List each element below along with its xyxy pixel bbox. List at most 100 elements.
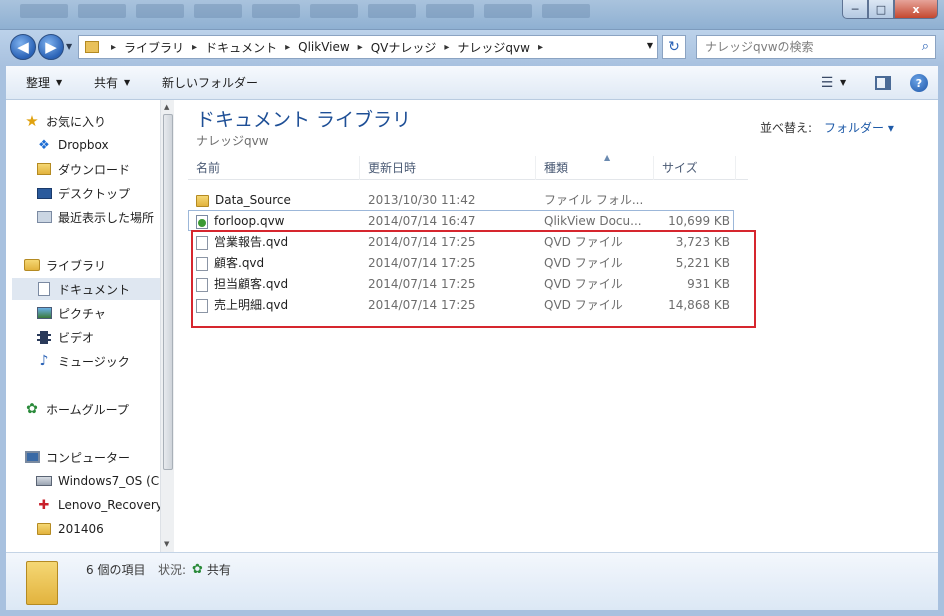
breadcrumb: ▸ ライブラリ ▸ ドキュメント ▸ QlikView ▸ QVナレッジ ▸ ナ… <box>103 39 551 56</box>
pictures-icon <box>36 307 52 319</box>
file-row[interactable]: Data_Source 2013/10/30 11:42 ファイル フォル... <box>188 190 734 211</box>
back-arrow-icon: ◀ <box>17 38 29 56</box>
breadcrumb-knowledge-qvw[interactable]: ナレッジqvw <box>457 39 530 56</box>
breadcrumb-separator-icon[interactable]: ▸ <box>444 42 449 53</box>
nav-recent-places[interactable]: 最近表示した場所 <box>36 206 174 228</box>
scrollbar-thumb[interactable] <box>163 114 173 470</box>
refresh-icon: ↻ <box>668 39 680 55</box>
downloads-folder-icon <box>37 163 51 175</box>
column-type[interactable]: 種類 <box>536 156 654 180</box>
minimize-button[interactable]: ─ <box>842 0 868 19</box>
new-folder-label: 新しいフォルダー <box>162 76 259 90</box>
star-icon: ★ <box>25 112 39 130</box>
file-name: forloop.qvw <box>214 214 285 228</box>
nav-music[interactable]: ♪ ミュージック <box>36 350 174 372</box>
highlight-annotation-box <box>191 230 756 328</box>
share-label: 共有 <box>94 76 119 90</box>
nav-dropbox[interactable]: ❖ Dropbox <box>36 134 174 156</box>
scroll-up-icon[interactable]: ▲ <box>164 103 169 111</box>
file-row[interactable]: forloop.qvw 2014/07/14 16:47 QlikView Do… <box>188 210 734 231</box>
video-icon <box>37 330 51 344</box>
nav-label: お気に入り <box>46 114 107 129</box>
address-history-dropdown[interactable]: ▼ <box>647 41 653 50</box>
command-bar: 整理 ▼ 共有 ▼ 新しいフォルダー ☰ ▼ ? <box>6 66 938 100</box>
nav-downloads[interactable]: ダウンロード <box>36 158 174 180</box>
breadcrumb-documents[interactable]: ドキュメント <box>205 39 277 56</box>
nav-favorites[interactable]: ★ お気に入り <box>24 110 174 132</box>
share-state-value: 共有 <box>206 563 231 577</box>
nav-pictures[interactable]: ピクチャ <box>36 302 174 324</box>
file-size: 10,699 KB <box>668 214 730 228</box>
title-bar: ─ □ x <box>0 0 944 30</box>
help-button[interactable]: ? <box>908 73 930 93</box>
new-folder-button[interactable]: 新しいフォルダー <box>162 74 258 91</box>
shared-users-icon: ✿ <box>192 562 203 577</box>
breadcrumb-qv-knowledge[interactable]: QVナレッジ <box>371 39 437 56</box>
nav-drive-c[interactable]: Windows7_OS (C <box>36 470 174 492</box>
recovery-drive-icon: ✚ <box>38 497 50 513</box>
chevron-down-icon: ▼ <box>56 78 63 87</box>
nav-homegroup[interactable]: ✿ ホームグループ <box>24 398 174 420</box>
share-button[interactable]: 共有 ▼ <box>94 74 130 91</box>
organize-button[interactable]: 整理 ▼ <box>26 74 62 91</box>
nav-label: ライブラリ <box>46 258 107 273</box>
breadcrumb-separator-icon[interactable]: ▸ <box>358 42 363 53</box>
arrange-by-dropdown[interactable]: フォルダー ▾ <box>824 119 894 136</box>
close-button[interactable]: x <box>894 0 938 19</box>
nav-label: 最近表示した場所 <box>58 210 155 225</box>
music-icon: ♪ <box>39 353 49 369</box>
title-bar-blurred-items <box>20 4 590 22</box>
breadcrumb-separator-icon[interactable]: ▸ <box>111 42 116 53</box>
preview-pane-button[interactable] <box>872 73 894 93</box>
nav-computer[interactable]: コンピューター <box>24 446 174 468</box>
back-button[interactable]: ◀ <box>10 34 36 60</box>
organize-label: 整理 <box>26 76 51 90</box>
column-name[interactable]: 名前 <box>188 156 360 180</box>
folder-icon <box>85 41 99 53</box>
search-icon[interactable]: ⌕ <box>922 39 929 54</box>
file-date: 2013/10/30 11:42 <box>368 193 476 207</box>
nav-scrollbar[interactable]: ▲ ▼ <box>160 100 174 552</box>
column-header: 名前 更新日時 種類 サイズ ▲ <box>188 153 748 180</box>
scroll-down-icon[interactable]: ▼ <box>164 540 169 548</box>
address-bar[interactable]: ▸ ライブラリ ▸ ドキュメント ▸ QlikView ▸ QVナレッジ ▸ ナ… <box>78 35 658 59</box>
breadcrumb-separator-icon[interactable]: ▸ <box>192 42 197 53</box>
homegroup-icon: ✿ <box>26 401 38 417</box>
search-box[interactable]: ⌕ <box>696 35 936 59</box>
nav-documents[interactable]: ドキュメント <box>12 278 160 300</box>
library-icon <box>24 259 40 271</box>
state-label: 状況: <box>158 563 187 577</box>
nav-folder-201406[interactable]: 201406 <box>36 518 174 540</box>
file-list-pane: ドキュメント ライブラリ ナレッジqvw 並べ替え: フォルダー ▾ 名前 更新… <box>176 100 938 552</box>
document-icon <box>38 282 50 296</box>
sort-ascending-icon: ▲ <box>604 153 611 162</box>
folder-icon <box>37 523 51 535</box>
nav-videos[interactable]: ビデオ <box>36 326 174 348</box>
file-name: Data_Source <box>215 193 291 207</box>
nav-label: Lenovo_Recovery <box>58 498 163 512</box>
computer-icon <box>24 451 40 463</box>
search-input[interactable] <box>705 40 905 54</box>
recent-pages-dropdown[interactable]: ▼ <box>66 42 72 51</box>
column-size[interactable]: サイズ <box>654 156 736 180</box>
nav-desktop[interactable]: デスクトップ <box>36 182 174 204</box>
nav-label: ダウンロード <box>58 162 131 177</box>
breadcrumb-separator-icon[interactable]: ▸ <box>285 42 290 53</box>
arrange-by: 並べ替え: フォルダー ▾ <box>760 119 894 136</box>
breadcrumb-libraries[interactable]: ライブラリ <box>124 39 184 56</box>
details-pane: 6 個の項目 状況: ✿ 共有 <box>6 552 938 610</box>
dropbox-icon: ❖ <box>38 137 50 153</box>
chevron-down-icon[interactable]: ▼ <box>840 78 846 87</box>
breadcrumb-qlikview[interactable]: QlikView <box>298 40 350 54</box>
refresh-button[interactable]: ↻ <box>662 35 686 59</box>
file-type: QlikView Docu... <box>544 214 642 228</box>
nav-libraries[interactable]: ライブラリ <box>24 254 174 276</box>
column-date-modified[interactable]: 更新日時 <box>360 156 536 180</box>
nav-recovery-drive[interactable]: ✚ Lenovo_Recovery <box>36 494 174 516</box>
view-options-icon[interactable]: ☰ <box>816 73 838 93</box>
maximize-button[interactable]: □ <box>868 0 894 19</box>
window-controls: ─ □ x <box>842 0 938 19</box>
forward-button[interactable]: ▶ <box>38 34 64 60</box>
breadcrumb-separator-icon[interactable]: ▸ <box>538 42 543 53</box>
item-count: 6 個の項目 <box>86 563 146 577</box>
